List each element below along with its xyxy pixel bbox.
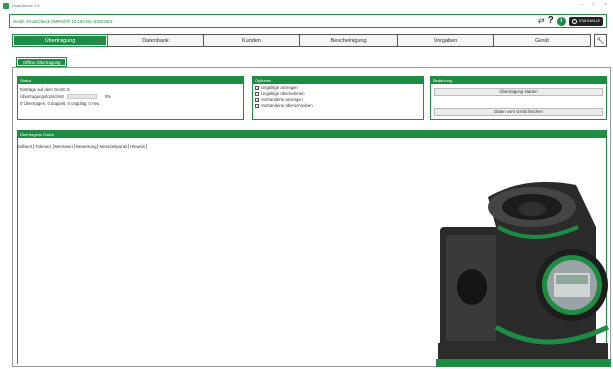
tab-bescheinigung[interactable]: Bescheinigung (300, 34, 398, 47)
app-icon (3, 2, 9, 9)
torque-tester-image (436, 181, 611, 367)
tab-offline-uebertragung[interactable]: Offline Übertragung (16, 57, 68, 67)
transfer-summary: 0 Übertragen, 0 doppelt, 0 ungültig, 0 n… (20, 101, 100, 106)
logo-text: STAHLWILLE (578, 19, 600, 23)
tab-uebertragung[interactable]: Übertragung (12, 34, 108, 47)
title-bar: Dual/Autom 1.6 – □ × (0, 0, 613, 11)
info-icon[interactable]: i (556, 16, 566, 26)
column-header[interactable]: Toleranz (35, 144, 54, 149)
main-tabs: Übertragung Datenbank Kunden Bescheinigu… (12, 34, 591, 47)
swap-icon[interactable]: ⇄ (538, 16, 545, 26)
checkbox[interactable] (255, 92, 259, 96)
transferred-data-title: Übertragene Daten (18, 131, 606, 138)
column-header[interactable]: Messwert (55, 144, 75, 149)
column-header[interactable]: Hinweis (130, 144, 147, 149)
logo-ring-icon (571, 18, 577, 24)
checkbox[interactable]: ✓ (255, 98, 259, 103)
device-icons: ⇄ ? i STAHLWILLE (538, 16, 603, 26)
column-header[interactable]: Messzeitpunkt (99, 144, 129, 149)
operation-panel: Bedienung Übertragung starten Daten vom … (430, 76, 607, 120)
window-controls: – □ × (580, 2, 607, 8)
status-panel: Status Einträge auf dem Gerät: 0 Übertra… (17, 76, 244, 120)
options-panel-title: Optionen (253, 77, 423, 84)
column-header[interactable]: Bewertung (76, 144, 99, 149)
tab-datenbank[interactable]: Datenbank (108, 34, 204, 47)
minimize-button[interactable]: – (580, 2, 583, 8)
delete-device-data-button[interactable]: Daten vom Gerät löschen (434, 108, 603, 116)
checkbox[interactable] (255, 104, 259, 108)
tab-vorgaben[interactable]: Vorgaben (398, 34, 494, 47)
status-panel-title: Status (18, 77, 243, 84)
progress-percent: 0% (104, 94, 111, 99)
brand-logo: STAHLWILLE (568, 16, 603, 26)
sub-tabs: Offline Übertragung (16, 57, 68, 67)
operation-panel-title: Bedienung (431, 77, 606, 84)
wrench-icon: 🔧 (596, 37, 605, 45)
column-header[interactable]: Sollwert (17, 144, 35, 149)
progress-row: Übertragungsfortschritt 0% (18, 93, 243, 100)
device-bar: Gerät: SmartCheck SMRNO® 10-160 Nm 52603… (9, 14, 607, 28)
help-icon[interactable]: ? (548, 16, 554, 26)
device-info: Gerät: SmartCheck SMRNO® 10-160 Nm 52603… (13, 18, 113, 24)
progress-label: Übertragungsfortschritt (20, 94, 64, 99)
window-title: Dual/Autom 1.6 (12, 3, 40, 8)
settings-button[interactable]: 🔧 (594, 34, 607, 47)
checkbox[interactable]: ✓ (255, 86, 259, 91)
tab-geraet[interactable]: Gerät (494, 34, 591, 47)
table-header: Sollwert Toleranz Messwert Bewertung Mes… (17, 144, 147, 149)
option-overwrite-existing[interactable]: Vorhandene überschreiben (253, 103, 423, 109)
close-button[interactable]: × (604, 2, 607, 8)
maximize-button[interactable]: □ (592, 2, 595, 8)
progress-bar (66, 94, 97, 99)
tab-kunden[interactable]: Kunden (204, 34, 300, 47)
options-panel: Optionen ✓ Ungültige anzeigen Ungültige ü… (252, 76, 424, 120)
start-transfer-button[interactable]: Übertragung starten (434, 88, 603, 96)
entries-count: Einträge auf dem Gerät: 0 (20, 87, 70, 92)
